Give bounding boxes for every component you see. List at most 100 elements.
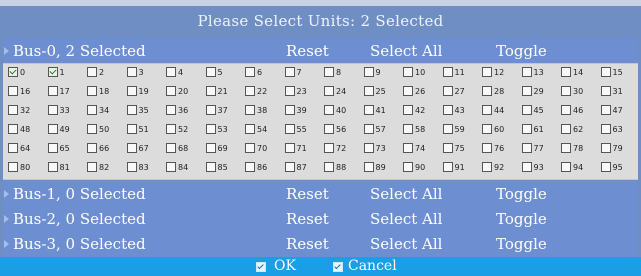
unit-checkbox-22[interactable]: 22 (245, 85, 267, 99)
unit-checkbox-14[interactable]: 14 (561, 66, 583, 80)
checkbox-icon[interactable] (403, 104, 413, 115)
checkbox-icon[interactable] (561, 85, 571, 96)
bus-0-header[interactable]: Bus-0, 2 Selected Reset Select All Toggl… (3, 38, 638, 64)
unit-checkbox-74[interactable]: 74 (403, 142, 425, 156)
unit-checkbox-65[interactable]: 65 (47, 142, 70, 156)
checkbox-icon[interactable] (521, 85, 532, 96)
checkbox-icon[interactable] (561, 66, 571, 77)
checkbox-icon[interactable] (561, 104, 571, 115)
unit-checkbox-1[interactable]: 1 (47, 66, 65, 80)
checkbox-icon[interactable] (205, 85, 216, 96)
checkbox-icon[interactable] (284, 104, 295, 115)
checkbox-icon[interactable] (8, 104, 18, 115)
checkbox-icon[interactable] (126, 85, 137, 96)
checkbox-icon[interactable] (245, 123, 255, 134)
unit-checkbox-30[interactable]: 30 (561, 85, 583, 99)
checkbox-icon[interactable] (245, 161, 255, 172)
checkbox-icon[interactable] (600, 142, 611, 153)
unit-checkbox-13[interactable]: 13 (521, 66, 544, 80)
unit-checkbox-32[interactable]: 32 (8, 104, 30, 118)
checkbox-icon[interactable] (561, 123, 571, 134)
checkbox-icon[interactable] (521, 104, 532, 115)
cancel-check-icon[interactable] (333, 262, 343, 272)
checkbox-icon[interactable] (324, 66, 334, 77)
checkbox-icon[interactable] (284, 161, 295, 172)
checkbox-icon[interactable] (284, 66, 295, 77)
checkbox-icon[interactable] (166, 66, 176, 77)
unit-checkbox-38[interactable]: 38 (245, 104, 267, 118)
unit-checkbox-89[interactable]: 89 (363, 161, 386, 175)
unit-checkbox-86[interactable]: 86 (245, 161, 267, 175)
checkbox-icon[interactable] (47, 66, 58, 77)
checkbox-icon[interactable] (363, 123, 374, 134)
bus-2-toggle-button[interactable]: Toggle (496, 206, 547, 232)
checkbox-icon[interactable] (284, 142, 295, 153)
unit-checkbox-34[interactable]: 34 (87, 104, 109, 118)
checkbox-icon[interactable] (442, 104, 453, 115)
unit-checkbox-51[interactable]: 51 (126, 123, 149, 137)
bus-3-toggle-button[interactable]: Toggle (496, 231, 547, 257)
checkbox-icon[interactable] (87, 85, 97, 96)
unit-checkbox-12[interactable]: 12 (482, 66, 504, 80)
checkbox-icon[interactable] (166, 123, 176, 134)
checkbox-icon[interactable] (363, 161, 374, 172)
unit-checkbox-53[interactable]: 53 (205, 123, 228, 137)
unit-checkbox-49[interactable]: 49 (47, 123, 70, 137)
unit-checkbox-47[interactable]: 47 (600, 104, 623, 118)
unit-checkbox-77[interactable]: 77 (521, 142, 544, 156)
unit-checkbox-80[interactable]: 80 (8, 161, 30, 175)
checkbox-icon[interactable] (482, 85, 492, 96)
unit-checkbox-95[interactable]: 95 (600, 161, 623, 175)
unit-checkbox-17[interactable]: 17 (47, 85, 70, 99)
checkbox-icon[interactable] (403, 142, 413, 153)
unit-checkbox-2[interactable]: 2 (87, 66, 104, 80)
checkbox-icon[interactable] (166, 161, 176, 172)
unit-checkbox-56[interactable]: 56 (324, 123, 346, 137)
unit-checkbox-54[interactable]: 54 (245, 123, 267, 137)
unit-checkbox-23[interactable]: 23 (284, 85, 307, 99)
unit-checkbox-44[interactable]: 44 (482, 104, 504, 118)
checkbox-icon[interactable] (482, 66, 492, 77)
bus-1-select-all-button[interactable]: Select All (370, 181, 442, 207)
checkbox-icon[interactable] (245, 66, 255, 77)
unit-checkbox-69[interactable]: 69 (205, 142, 228, 156)
checkbox-icon[interactable] (8, 123, 18, 134)
unit-checkbox-94[interactable]: 94 (561, 161, 583, 175)
unit-checkbox-87[interactable]: 87 (284, 161, 307, 175)
checkbox-icon[interactable] (482, 142, 492, 153)
unit-checkbox-24[interactable]: 24 (324, 85, 346, 99)
unit-checkbox-31[interactable]: 31 (600, 85, 623, 99)
checkbox-icon[interactable] (442, 123, 453, 134)
checkbox-icon[interactable] (205, 161, 216, 172)
unit-checkbox-15[interactable]: 15 (600, 66, 623, 80)
checkbox-icon[interactable] (245, 85, 255, 96)
checkbox-icon[interactable] (442, 66, 453, 77)
bus-0-select-all-button[interactable]: Select All (370, 38, 442, 64)
checkbox-icon[interactable] (87, 161, 97, 172)
checkbox-icon[interactable] (521, 123, 532, 134)
checkbox-icon[interactable] (324, 123, 334, 134)
unit-checkbox-93[interactable]: 93 (521, 161, 544, 175)
checkbox-icon[interactable] (482, 161, 492, 172)
bus-2-reset-button[interactable]: Reset (286, 206, 329, 232)
checkbox-icon[interactable] (205, 104, 216, 115)
unit-checkbox-72[interactable]: 72 (324, 142, 346, 156)
checkbox-icon[interactable] (363, 142, 374, 153)
unit-checkbox-68[interactable]: 68 (166, 142, 188, 156)
bus-0-toggle-button[interactable]: Toggle (496, 38, 547, 64)
unit-checkbox-4[interactable]: 4 (166, 66, 183, 80)
checkbox-icon[interactable] (600, 104, 611, 115)
unit-checkbox-39[interactable]: 39 (284, 104, 307, 118)
checkbox-icon[interactable] (284, 123, 295, 134)
checkbox-icon[interactable] (324, 161, 334, 172)
checkbox-icon[interactable] (205, 142, 216, 153)
bus-1-header[interactable]: Bus-1, 0 Selected Reset Select All Toggl… (3, 181, 638, 207)
checkbox-icon[interactable] (600, 66, 611, 77)
unit-checkbox-71[interactable]: 71 (284, 142, 307, 156)
checkbox-icon[interactable] (324, 142, 334, 153)
checkbox-icon[interactable] (284, 85, 295, 96)
unit-checkbox-33[interactable]: 33 (47, 104, 70, 118)
unit-checkbox-64[interactable]: 64 (8, 142, 30, 156)
unit-checkbox-70[interactable]: 70 (245, 142, 267, 156)
ok-check-icon[interactable] (256, 262, 266, 272)
